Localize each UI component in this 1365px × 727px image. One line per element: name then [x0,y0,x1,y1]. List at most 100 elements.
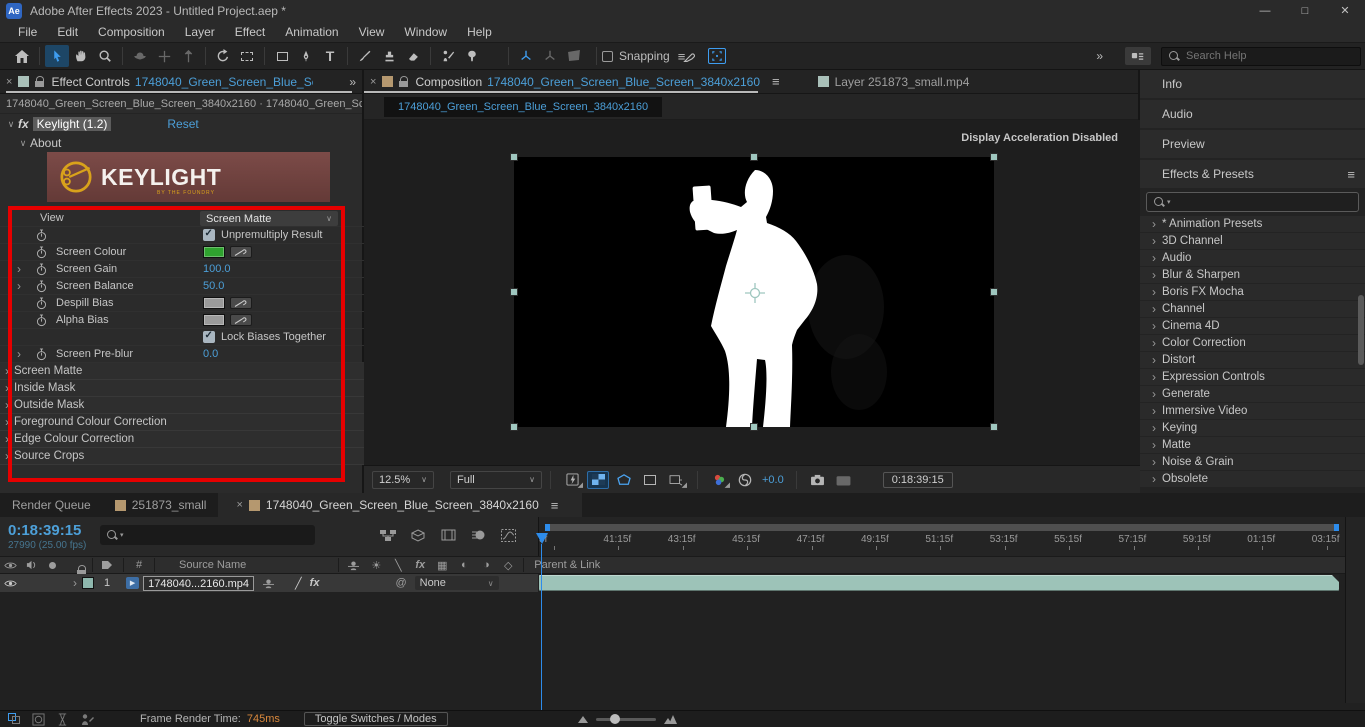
live-update-icon[interactable] [8,713,24,726]
view-axis-mode-icon[interactable] [562,45,586,67]
timeline-tab[interactable]: Render Queue [0,493,103,517]
timeline-search-input[interactable] [124,528,284,543]
effects-category-row[interactable]: 3D Channel [1140,233,1365,250]
effects-category-row[interactable]: Color Correction [1140,335,1365,352]
work-area-bar[interactable] [545,524,1339,531]
help-search-box[interactable] [1161,47,1361,66]
effects-category-row[interactable]: Immersive Video [1140,403,1365,420]
help-search-input[interactable] [1186,50,1336,62]
video-visibility-column-icon[interactable] [4,561,18,570]
rectangle-tool-icon[interactable] [270,45,294,67]
selection-handle[interactable] [750,423,758,431]
selection-handle[interactable] [750,153,758,161]
snapshot-camera-icon[interactable] [807,471,829,489]
menu-item[interactable]: Help [457,25,502,39]
selection-handle[interactable] [990,153,998,161]
effect-group-row[interactable]: Source Crops [0,448,364,465]
draft-mode-icon[interactable] [32,713,48,726]
lock-icon[interactable] [35,76,45,88]
brush-tool-icon[interactable] [353,45,377,67]
mask-visibility-icon[interactable] [613,471,635,489]
effects-category-row[interactable]: Expression Controls [1140,369,1365,386]
clone-stamp-tool-icon[interactable] [377,45,401,67]
collapsed-panel-header[interactable]: Info [1140,70,1365,98]
twirl-right-icon[interactable] [12,279,26,293]
resolution-dropdown[interactable]: Full [450,471,542,489]
menu-item[interactable]: Layer [175,25,225,39]
screen-gain-value[interactable]: 100.0 [203,263,231,275]
current-timecode[interactable]: 0:18:39:15 [8,522,81,539]
layer-row[interactable]: 1 ▶ 1748040...2160.mp4 ╱ fx @ None [0,574,538,592]
effects-category-row[interactable]: Matte [1140,437,1365,454]
toolbar-overflow-icon[interactable] [1096,49,1101,63]
composition-tab-target[interactable]: 1748040_Green_Screen_Blue_Screen_3840x21… [487,75,760,89]
twirl-right-icon[interactable] [1146,370,1162,384]
stopwatch-icon[interactable] [36,314,47,327]
effects-category-row[interactable]: * Animation Presets [1140,216,1365,233]
layer-shy-toggle[interactable] [262,578,275,589]
channel-display-icon[interactable] [708,471,730,489]
panel-overflow-icon[interactable] [349,75,354,89]
magnification-dropdown[interactable]: 12.5% [372,471,434,489]
twirl-right-icon[interactable] [12,347,26,361]
lock-biases-checkbox[interactable] [203,331,215,343]
effect-group-row[interactable]: Screen Matte [0,363,364,380]
selection-handle[interactable] [990,423,998,431]
menu-item[interactable]: View [349,25,395,39]
panel-menu-icon[interactable] [1347,167,1355,182]
hand-tool-icon[interactable] [69,45,93,67]
quality-column-icon[interactable]: ╲ [391,559,405,572]
twirl-right-icon[interactable] [1146,268,1162,282]
twirl-right-icon[interactable] [1146,251,1162,265]
twirl-right-icon[interactable] [1146,353,1162,367]
panel-menu-icon[interactable] [539,498,571,513]
effects-category-row[interactable]: Channel [1140,301,1365,318]
effect-controls-tab-target[interactable]: 1748040_Green_Screen_Blue_Scree [135,75,313,89]
world-axis-mode-icon[interactable] [538,45,562,67]
layer-viewer-tab[interactable]: Layer 251873_small.mp4 [818,75,970,89]
guide-options-icon[interactable] [665,471,687,489]
effect-header-row[interactable]: fx Keylight (1.2) Reset [0,114,362,134]
text-tool-icon[interactable]: T [318,45,342,67]
snapping-checkbox[interactable] [602,51,613,62]
menu-item[interactable]: Composition [88,25,175,39]
pen-tool-icon[interactable] [294,45,318,67]
exposure-icon[interactable] [734,471,756,489]
view-dropdown[interactable]: Screen Matte [200,211,338,226]
workspace-settings-icon[interactable] [1125,47,1151,65]
effects-category-row[interactable]: Obsolete [1140,471,1365,488]
layer-source-name[interactable]: 1748040...2160.mp4 [143,576,254,591]
toggle-switches-modes-button[interactable]: Toggle Switches / Modes [304,712,448,726]
collapse-transformations-column-icon[interactable]: ☀ [369,559,383,572]
composition-viewer[interactable]: Display Acceleration Disabled [364,120,1140,465]
region-of-interest-icon[interactable] [639,471,661,489]
alpha-bias-swatch[interactable] [203,314,225,326]
effects-category-row[interactable]: Keying [1140,420,1365,437]
panel-menu-icon[interactable] [760,74,792,89]
composition-viewer-tab[interactable]: 1748040_Green_Screen_Blue_Screen_3840x21… [384,97,662,117]
effects-category-row[interactable]: Boris FX Mocha [1140,284,1365,301]
zoom-out-icon[interactable] [578,716,588,723]
selection-handle[interactable] [510,153,518,161]
scrollbar-thumb[interactable] [1358,295,1364,365]
fx-column-icon[interactable]: fx [413,559,427,571]
menu-item[interactable]: Effect [225,25,275,39]
twirl-right-icon[interactable] [12,262,26,276]
audio-column-icon[interactable] [26,560,40,570]
effect-group-row[interactable]: Inside Mask [0,380,364,397]
twirl-right-icon[interactable] [1146,234,1162,248]
frame-blending-icon[interactable] [438,525,458,545]
selection-handle[interactable] [990,288,998,296]
stopwatch-icon[interactable] [36,246,47,259]
playhead[interactable] [536,533,548,544]
timeline-tab[interactable]: 251873_small [103,493,219,517]
twirl-right-icon[interactable] [0,398,14,412]
twirl-right-icon[interactable] [1146,285,1162,299]
eraser-tool-icon[interactable] [401,45,425,67]
twirl-down-icon[interactable] [4,119,18,130]
layer-quality-toggle[interactable]: ╱ [295,577,302,590]
zoom-slider[interactable] [596,718,656,721]
menu-item[interactable]: Edit [47,25,88,39]
selection-tool-icon[interactable] [45,45,69,67]
effect-group-row[interactable]: Foreground Colour Correction [0,414,364,431]
